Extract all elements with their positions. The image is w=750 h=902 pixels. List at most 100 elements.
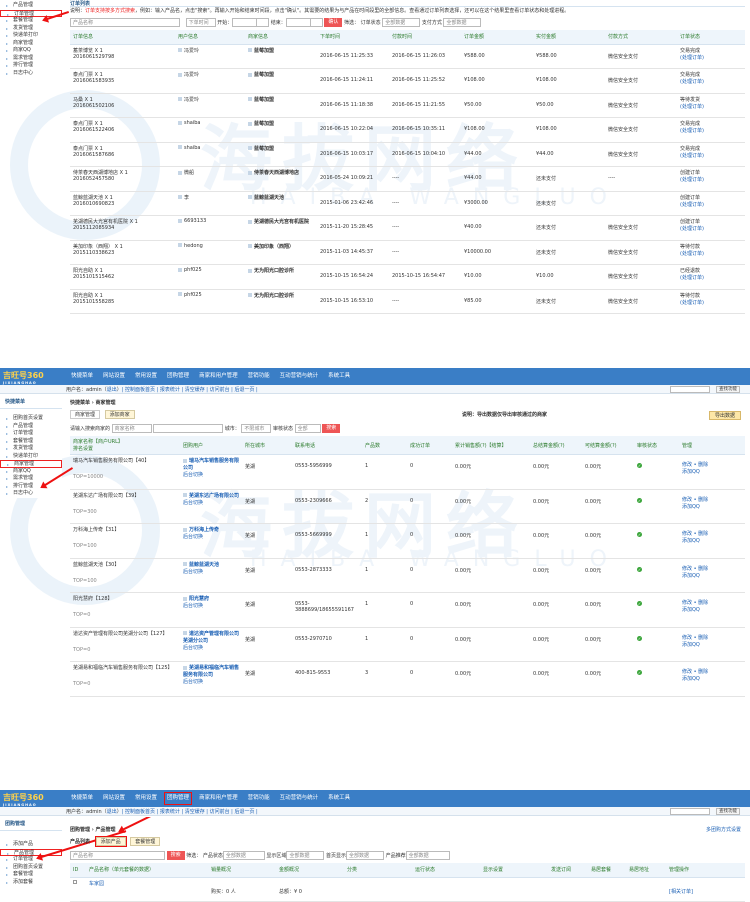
nav-item[interactable]: 常用设置 bbox=[130, 790, 162, 807]
end-date-input[interactable] bbox=[285, 18, 311, 27]
add-qq-link[interactable]: 添加QQ bbox=[682, 606, 742, 613]
function-search-button[interactable]: 查找功能 bbox=[716, 386, 740, 393]
group-user-link[interactable]: 芜湖易和福临汽车销售服务有限公司 bbox=[183, 664, 239, 678]
sidebar-item[interactable]: 商家QQ bbox=[0, 47, 62, 55]
sidebar-item[interactable]: 团购首页设置 bbox=[0, 415, 62, 423]
add-qq-link[interactable]: 添加QQ bbox=[682, 503, 742, 510]
product-status-select[interactable]: 全部数据 bbox=[222, 851, 265, 860]
process-order-link[interactable]: (处理订单) bbox=[680, 250, 742, 257]
sidebar-item[interactable]: 套餐管理 bbox=[0, 871, 62, 879]
multi-mode-link[interactable]: 多团购方式设置 bbox=[706, 826, 741, 833]
nav-item[interactable]: 团购管理 bbox=[162, 368, 194, 385]
export-button[interactable]: 导出数据 bbox=[708, 411, 741, 420]
home-display-select[interactable]: 全部数据 bbox=[346, 851, 385, 860]
nav-item[interactable]: 商家和用户管理 bbox=[194, 368, 243, 385]
sidebar-item[interactable]: 套餐管理 bbox=[0, 438, 62, 446]
sidebar-item[interactable]: 团购首页设置 bbox=[0, 864, 62, 872]
sidebar-item[interactable]: 日志中心 bbox=[0, 490, 62, 498]
nav-item[interactable]: 营销功能 bbox=[243, 368, 275, 385]
edit-delete-links[interactable]: 修改 • 删除 bbox=[682, 599, 742, 606]
rank-value[interactable]: TOP=0 bbox=[73, 647, 177, 653]
sidebar-item[interactable]: 商家管理 bbox=[0, 40, 62, 48]
backend-switch-link[interactable]: 后台切换 bbox=[183, 602, 239, 609]
product-search-input[interactable]: 产品名称 bbox=[70, 18, 180, 27]
logout-link[interactable]: 退出 bbox=[107, 387, 117, 393]
confirm-button[interactable]: 确认 bbox=[324, 18, 343, 27]
edit-delete-links[interactable]: 修改 • 删除 bbox=[682, 530, 742, 537]
sidebar-item[interactable]: 快递单打印 bbox=[0, 453, 62, 461]
add-qq-link[interactable]: 添加QQ bbox=[682, 468, 742, 475]
sidebar-item[interactable]: 日志中心 bbox=[0, 70, 62, 78]
related-orders-link[interactable]: [相关订单] bbox=[669, 889, 693, 895]
process-order-link[interactable]: (处理订单) bbox=[680, 299, 742, 306]
rank-value[interactable]: TOP=0 bbox=[73, 612, 177, 618]
sidebar-item[interactable]: 需求管理 bbox=[0, 55, 62, 63]
function-search-button[interactable]: 查找功能 bbox=[716, 808, 740, 815]
add-qq-link[interactable]: 添加QQ bbox=[682, 675, 742, 682]
nav-item[interactable]: 快捷菜单 bbox=[66, 368, 98, 385]
rank-value[interactable]: TOP=0 bbox=[73, 681, 177, 687]
group-user-link[interactable]: 道达资产管理有限公司芜湖分公司 bbox=[183, 630, 239, 644]
nav-item[interactable]: 商家和用户管理 bbox=[194, 790, 243, 807]
end-calendar-icon[interactable] bbox=[310, 18, 323, 27]
backend-switch-link[interactable]: 后台切换 bbox=[183, 499, 239, 506]
sidebar-item[interactable]: 发货管理 bbox=[0, 25, 62, 33]
logout-link[interactable]: 退出 bbox=[107, 809, 117, 815]
function-search-input[interactable] bbox=[670, 808, 710, 815]
group-user-link[interactable]: 蓝鲸蓝湖天池 bbox=[183, 561, 239, 568]
rank-value[interactable]: TOP=100 bbox=[73, 578, 177, 584]
sidebar-item[interactable]: 商家QQ bbox=[0, 468, 62, 476]
product-search-input[interactable]: 产品名称 bbox=[70, 851, 165, 860]
order-status-select[interactable]: 全部数据 bbox=[382, 18, 421, 27]
backend-switch-link[interactable]: 后台切换 bbox=[183, 644, 239, 651]
tab-product-list[interactable]: 产品列表 bbox=[70, 839, 90, 845]
nav-item[interactable]: 系统工具 bbox=[323, 790, 355, 807]
nav-item[interactable]: 系统工具 bbox=[323, 368, 355, 385]
group-user-link[interactable]: 芜湖东达广场有限公司 bbox=[183, 492, 239, 499]
rank-value[interactable]: TOP=300 bbox=[73, 509, 177, 515]
tab-package-manage[interactable]: 套餐管理 bbox=[130, 837, 161, 846]
merchant-keyword-input-2[interactable] bbox=[153, 424, 224, 433]
sidebar-item[interactable]: 添加套餐 bbox=[0, 879, 62, 887]
sidebar-item[interactable]: 订单管理 bbox=[0, 856, 62, 864]
group-user-link[interactable]: 万科海上传奇 bbox=[183, 526, 239, 533]
pay-method-select[interactable]: 全部数据 bbox=[443, 18, 482, 27]
backend-switch-link[interactable]: 后台切换 bbox=[183, 678, 239, 685]
edit-delete-links[interactable]: 修改 • 删除 bbox=[682, 668, 742, 675]
process-order-link[interactable]: (处理订单) bbox=[680, 225, 742, 232]
nav-item[interactable]: 快捷菜单 bbox=[66, 790, 98, 807]
process-order-link[interactable]: (处理订单) bbox=[680, 176, 742, 183]
backend-switch-link[interactable]: 后台切换 bbox=[183, 533, 239, 540]
edit-delete-links[interactable]: 修改 • 删除 bbox=[682, 496, 742, 503]
nav-item[interactable]: 团购管理 bbox=[162, 790, 194, 807]
product-search-button[interactable]: 搜索 bbox=[166, 851, 185, 860]
edit-delete-links[interactable]: 修改 • 删除 bbox=[682, 634, 742, 641]
process-order-link[interactable]: (处理订单) bbox=[680, 78, 742, 85]
start-calendar-icon[interactable] bbox=[257, 18, 270, 27]
nav-item[interactable]: 互动营销与统计 bbox=[275, 790, 324, 807]
process-order-link[interactable]: (处理订单) bbox=[680, 127, 742, 134]
sidebar-item[interactable]: 排行管理 bbox=[0, 483, 62, 491]
process-order-link[interactable]: (处理订单) bbox=[680, 54, 742, 61]
nav-item[interactable]: 营销功能 bbox=[243, 790, 275, 807]
sidebar-item[interactable]: 发货管理 bbox=[0, 445, 62, 453]
rank-value[interactable]: TOP=100 bbox=[73, 543, 177, 549]
product-name-link[interactable]: 车家园 bbox=[89, 881, 104, 887]
tab-add-product[interactable]: 添加产品 bbox=[94, 836, 127, 847]
function-search-input[interactable] bbox=[670, 386, 710, 393]
sidebar-item[interactable]: 产品管理 bbox=[0, 2, 62, 10]
process-order-link[interactable]: (处理订单) bbox=[680, 274, 742, 281]
sidebar-item[interactable]: 添加产品 bbox=[0, 841, 62, 849]
backend-switch-link[interactable]: 后台切换 bbox=[183, 568, 239, 575]
order-time-select[interactable]: 下单时间 bbox=[185, 18, 216, 27]
backend-switch-link[interactable]: 后台切换 bbox=[183, 471, 239, 478]
add-qq-link[interactable]: 添加QQ bbox=[682, 641, 742, 648]
process-order-link[interactable]: (处理订单) bbox=[680, 152, 742, 159]
nav-item[interactable]: 网站设置 bbox=[98, 790, 130, 807]
edit-delete-links[interactable]: 修改 • 删除 bbox=[682, 565, 742, 572]
add-qq-link[interactable]: 添加QQ bbox=[682, 537, 742, 544]
sidebar-item[interactable]: 产品管理 bbox=[0, 423, 62, 431]
edit-delete-links[interactable]: 修改 • 删除 bbox=[682, 461, 742, 468]
nav-item[interactable]: 网站设置 bbox=[98, 368, 130, 385]
sidebar-item[interactable]: 商家管理 bbox=[0, 460, 62, 468]
